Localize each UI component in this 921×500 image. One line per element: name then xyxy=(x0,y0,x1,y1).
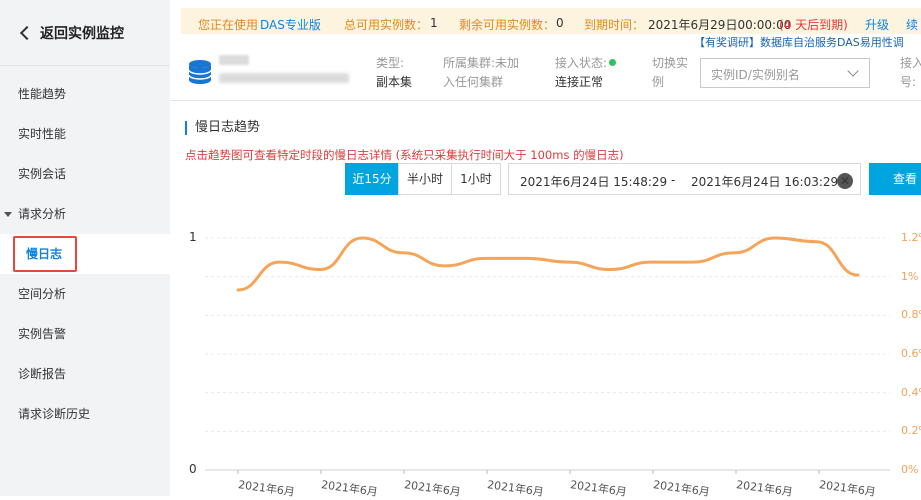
sidebar-item-space-analysis[interactable]: 空间分析 xyxy=(0,274,170,314)
banner-edition: DAS专业版 xyxy=(260,18,321,32)
series-line xyxy=(236,236,860,292)
sidebar-group-request-analysis[interactable]: 请求分析 xyxy=(0,194,170,234)
instance-cluster: 所属集群:未加 入任何集群 xyxy=(443,54,519,92)
right-axis-tick: 0.6% xyxy=(901,347,921,360)
query-button[interactable]: 查看 xyxy=(869,163,921,195)
sidebar-item-label: 请求分析 xyxy=(18,207,67,221)
banner-remaining-value: 0 xyxy=(556,16,564,30)
range-end: 2021年6月24日 16:03:29 xyxy=(691,175,839,189)
port-label-1: 接入 xyxy=(900,56,921,70)
switch-label-cont: 例 xyxy=(652,75,665,89)
range-15min-button[interactable]: 近15分 xyxy=(345,163,399,195)
range-separator: - xyxy=(671,173,676,187)
range-start: 2021年6月24日 15:48:29 xyxy=(520,175,668,189)
banner-total-value: 1 xyxy=(430,16,438,30)
sidebar-item-label: 实例会话 xyxy=(18,167,67,181)
port-label: 接入 号: xyxy=(900,54,921,92)
survey-link[interactable]: 【有奖调研】数据库自治服务DAS易用性调 xyxy=(694,34,904,50)
banner-expire-note: (4 天后到期) xyxy=(779,18,848,32)
banner-remaining-label: 剩余可用实例数： xyxy=(459,18,556,32)
chevron-left-icon xyxy=(19,25,35,40)
slow-log-highlight[interactable]: 慢日志 xyxy=(13,236,77,272)
back-label: 返回实例监控 xyxy=(40,25,124,42)
subscription-banner: 您正在使用 DAS专业版 总可用实例数： 1 剩余可用实例数： 0 到期时间： … xyxy=(181,8,921,34)
status-value: 连接正常 xyxy=(555,75,604,89)
x-axis-label: 2021年6月 xyxy=(486,478,545,499)
x-axis-label: 2021年6月 xyxy=(237,478,296,499)
status-label: 接入状态: xyxy=(555,56,608,70)
banner-total-label: 总可用实例数： xyxy=(344,18,429,32)
instance-name-redacted xyxy=(219,55,249,65)
select-placeholder: 实例ID/实例别名 xyxy=(711,68,800,82)
sidebar-item-label: 慢日志 xyxy=(26,247,63,261)
sidebar-item-label: 请求诊断历史 xyxy=(18,407,91,421)
x-axis-label: 2021年6月 xyxy=(735,478,794,499)
clear-icon[interactable]: ✕ xyxy=(837,173,853,189)
right-axis-tick: 1.2% xyxy=(901,231,921,244)
right-axis-tick: 1% xyxy=(901,269,919,283)
sidebar-item-instance-alerts[interactable]: 实例告警 xyxy=(0,314,170,354)
back-to-monitor-button[interactable]: 返回实例监控 xyxy=(0,0,170,66)
upgrade-link[interactable]: 升级 xyxy=(865,16,889,33)
x-axis-label: 2021年6月 xyxy=(569,478,628,499)
x-axis-label: 2021年6月 xyxy=(403,478,462,499)
x-axis-label: 2021年6月 xyxy=(652,478,711,499)
x-axis-label: 2021年6月 xyxy=(818,478,877,499)
sidebar-item-realtime-performance[interactable]: 实时性能 xyxy=(0,114,170,154)
instance-id-redacted xyxy=(219,73,349,83)
sidebar-item-performance-trend[interactable]: 性能趋势 xyxy=(0,74,170,114)
right-axis-tick: 0.2% xyxy=(901,424,921,438)
sidebar-item-label: 性能趋势 xyxy=(18,87,67,101)
left-axis-tick: 0 xyxy=(189,462,197,476)
date-range-picker[interactable]: 2021年6月24日 15:48:29 - 2021年6月24日 16:03:2… xyxy=(508,163,861,195)
type-label: 类型: xyxy=(376,56,405,70)
status-dot-icon xyxy=(609,59,617,66)
instance-select[interactable]: 实例ID/实例别名 xyxy=(700,58,870,88)
section-title: 慢日志趋势 xyxy=(185,121,260,135)
renew-link[interactable]: 续 xyxy=(906,16,918,33)
sidebar-item-request-diagnosis-history[interactable]: 请求诊断历史 xyxy=(0,394,170,434)
database-icon xyxy=(188,60,212,84)
banner-expire-value: 2021年6月29日00:00:00 xyxy=(648,18,792,32)
cluster-value: 未加 xyxy=(495,56,520,70)
sidebar-item-diagnosis-report[interactable]: 诊断报告 xyxy=(0,354,170,394)
port-label-2: 号: xyxy=(900,75,917,89)
instance-type: 类型: 副本集 xyxy=(376,54,412,92)
slowlog-hint: 点击趋势图可查看特定时段的慢日志详情 (系统只采集执行时间大于 100ms 的慢… xyxy=(185,148,624,162)
right-axis-tick: 0% xyxy=(901,463,919,476)
switch-instance-label: 切换实 例 xyxy=(652,54,688,92)
banner-expire-label: 到期时间： xyxy=(584,18,645,32)
banner-using-label: 您正在使用 xyxy=(198,18,259,32)
sidebar: 返回实例监控 性能趋势 实时性能 实例会话 请求分析 慢日志 空间分析 实例告警… xyxy=(0,0,170,496)
cluster-label: 所属集群: xyxy=(443,56,496,70)
sidebar-item-label: 实时性能 xyxy=(18,127,67,141)
instance-status: 接入状态: 连接正常 xyxy=(555,54,617,92)
header-divider xyxy=(170,100,921,101)
sidebar-item-label: 实例告警 xyxy=(18,327,67,341)
right-axis-tick: 0.8% xyxy=(901,308,921,322)
type-value: 副本集 xyxy=(376,75,413,89)
x-axis-label: 2021年6月 xyxy=(320,478,379,499)
caret-down-icon xyxy=(4,212,12,217)
right-axis-tick: 0.4% xyxy=(901,385,921,399)
cluster-value-cont: 入任何集群 xyxy=(443,75,504,89)
chevron-down-icon xyxy=(847,65,859,77)
left-axis-tick: 1 xyxy=(189,230,197,244)
range-30min-button[interactable]: 半小时 xyxy=(398,163,452,195)
sidebar-item-label: 诊断报告 xyxy=(18,367,67,381)
range-1hour-button[interactable]: 1小时 xyxy=(451,163,501,195)
sidebar-item-instance-sessions[interactable]: 实例会话 xyxy=(0,154,170,194)
switch-label: 切换实 xyxy=(652,56,689,70)
sidebar-item-label: 空间分析 xyxy=(18,287,67,301)
